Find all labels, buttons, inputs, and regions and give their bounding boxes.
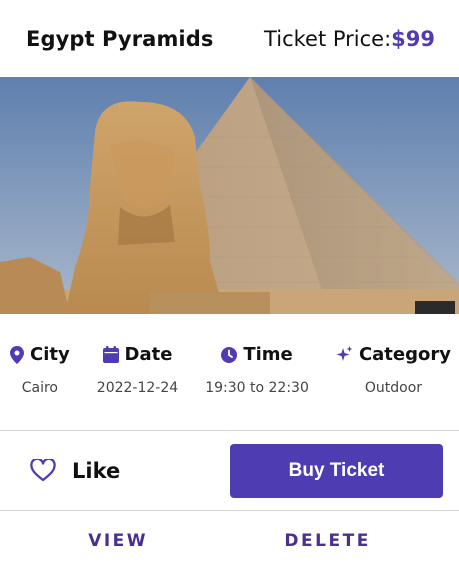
event-card: Egypt Pyramids Ticket Price:$99 City Cai… (0, 0, 459, 567)
detail-city: City Cairo (10, 344, 70, 430)
clock-icon (221, 346, 238, 363)
detail-value: 19:30 to 22:30 (205, 380, 309, 396)
delete-link[interactable]: DELETE (284, 531, 370, 551)
detail-label: Category (358, 344, 451, 365)
map-pin-icon (10, 345, 24, 364)
ticket-price-label: Ticket Price: (264, 26, 392, 51)
ticket-price: Ticket Price:$99 (264, 27, 435, 51)
buy-ticket-button[interactable]: Buy Ticket (230, 443, 443, 498)
detail-label: Date (124, 344, 173, 365)
event-details: City Cairo Date 2022-12-24 Time 19:30 to… (0, 314, 459, 430)
heart-icon (30, 459, 56, 482)
view-link[interactable]: VIEW (88, 531, 148, 551)
detail-time: Time 19:30 to 22:30 (205, 344, 309, 430)
detail-label: City (30, 344, 70, 365)
like-label: Like (72, 458, 121, 483)
detail-category: Category Outdoor (336, 344, 451, 430)
card-header: Egypt Pyramids Ticket Price:$99 (0, 0, 459, 77)
card-footer: VIEW DELETE (0, 511, 459, 571)
detail-date: Date 2022-12-24 (97, 344, 178, 430)
event-image (0, 77, 459, 314)
detail-value: Cairo (21, 380, 58, 396)
detail-value: Outdoor (364, 380, 423, 396)
event-title: Egypt Pyramids (26, 26, 214, 51)
sparkle-icon (336, 346, 353, 361)
like-button[interactable]: Like (30, 459, 120, 483)
detail-label: Time (243, 344, 293, 365)
card-actions: Like Buy Ticket (0, 431, 459, 510)
ticket-price-value: $99 (391, 26, 435, 51)
calendar-icon (102, 346, 119, 363)
detail-value: 2022-12-24 (96, 380, 179, 396)
